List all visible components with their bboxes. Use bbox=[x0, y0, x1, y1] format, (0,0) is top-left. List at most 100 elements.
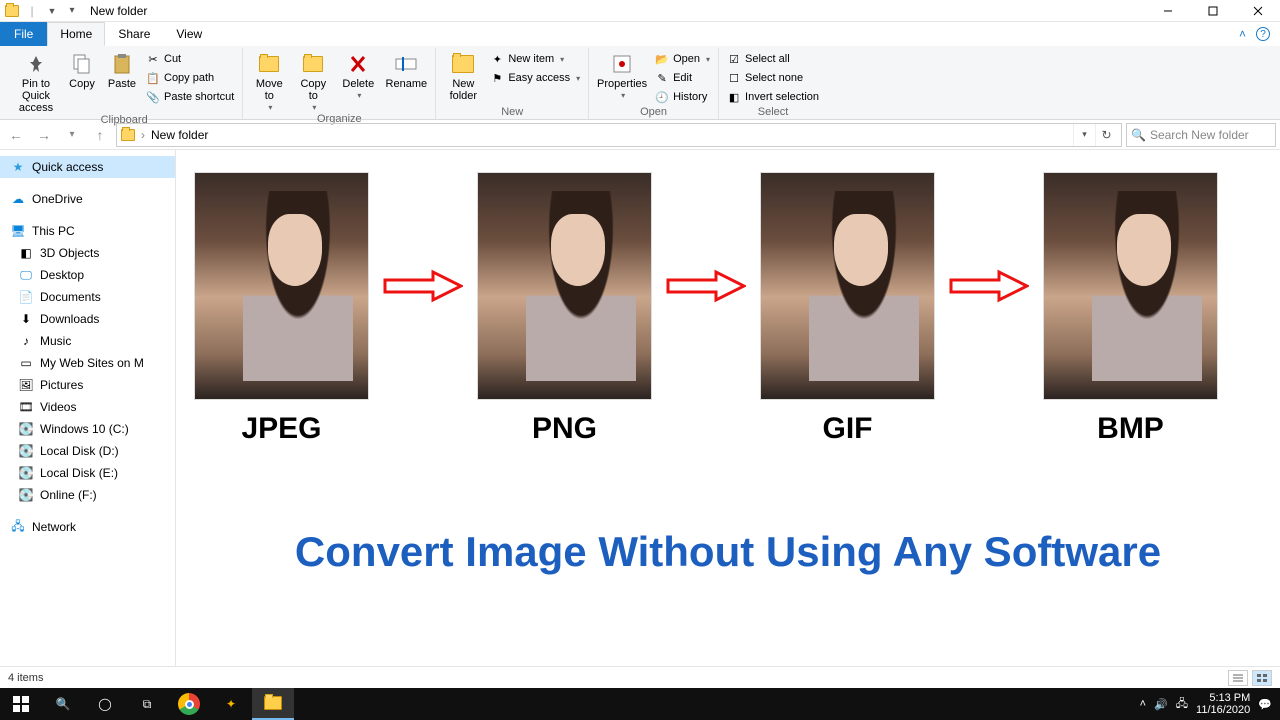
history-icon: 🕘 bbox=[655, 90, 669, 104]
group-open-label: Open bbox=[640, 106, 667, 119]
navigation-pane: ★Quick access ☁OneDrive 🖥This PC ◧3D Obj… bbox=[0, 150, 176, 666]
sidebar-item-drive-c[interactable]: 💽Windows 10 (C:) bbox=[0, 418, 175, 440]
qat-dropdown-icon[interactable]: ▼ bbox=[44, 3, 60, 19]
file-item-gif[interactable]: GIF bbox=[760, 172, 935, 446]
ribbon-collapse-icon[interactable]: ˄ bbox=[1239, 27, 1246, 41]
close-button[interactable] bbox=[1235, 0, 1280, 22]
move-to-button[interactable]: Move to bbox=[249, 50, 289, 113]
taskbar-cortana-button[interactable]: ◯ bbox=[84, 688, 126, 720]
tab-home[interactable]: Home bbox=[47, 22, 105, 46]
nav-back-button[interactable]: ← bbox=[4, 123, 28, 147]
file-item-png[interactable]: PNG bbox=[477, 172, 652, 446]
rename-button[interactable]: Rename bbox=[383, 50, 429, 90]
edit-button[interactable]: ✎Edit bbox=[653, 69, 712, 87]
sidebar-item-videos[interactable]: 🎞Videos bbox=[0, 396, 175, 418]
tray-action-center-icon[interactable]: 💬 bbox=[1258, 698, 1272, 711]
address-dropdown-button[interactable]: ▾ bbox=[1073, 124, 1095, 146]
shortcut-icon: 📎 bbox=[146, 90, 160, 104]
copy-to-button[interactable]: Copy to bbox=[293, 50, 333, 113]
sidebar-quick-access[interactable]: ★Quick access bbox=[0, 156, 175, 178]
copy-path-button[interactable]: 📋Copy path bbox=[144, 69, 236, 87]
tab-share[interactable]: Share bbox=[105, 22, 163, 46]
invert-selection-button[interactable]: ◧Invert selection bbox=[725, 88, 821, 106]
file-item-bmp[interactable]: BMP bbox=[1043, 172, 1218, 446]
history-button[interactable]: 🕘History bbox=[653, 88, 712, 106]
cloud-icon: ☁ bbox=[10, 191, 26, 207]
tab-view[interactable]: View bbox=[163, 22, 215, 46]
tray-overflow-icon[interactable]: ˄ bbox=[1140, 698, 1146, 710]
properties-button[interactable]: Properties bbox=[595, 50, 649, 101]
nav-recent-button[interactable]: ▾ bbox=[60, 123, 84, 147]
properties-icon bbox=[608, 52, 636, 76]
drive-icon: 💽 bbox=[18, 443, 34, 459]
sidebar-item-drive-d[interactable]: 💽Local Disk (D:) bbox=[0, 440, 175, 462]
select-none-button[interactable]: ☐Select none bbox=[725, 69, 821, 87]
taskbar-taskview-button[interactable]: ⧉ bbox=[126, 688, 168, 720]
search-icon: 🔍 bbox=[1131, 128, 1146, 142]
sidebar-item-documents[interactable]: 📄Documents bbox=[0, 286, 175, 308]
sidebar-this-pc[interactable]: 🖥This PC bbox=[0, 220, 175, 242]
delete-button[interactable]: Delete bbox=[337, 50, 379, 101]
format-label-png: PNG bbox=[532, 412, 597, 446]
sidebar-network[interactable]: 🖧Network bbox=[0, 516, 175, 538]
sidebar-item-3d-objects[interactable]: ◧3D Objects bbox=[0, 242, 175, 264]
select-all-button[interactable]: ☑Select all bbox=[725, 50, 821, 68]
minimize-button[interactable] bbox=[1145, 0, 1190, 22]
new-item-icon: ✦ bbox=[490, 52, 504, 66]
delete-icon bbox=[344, 52, 372, 76]
view-thumbnails-button[interactable] bbox=[1252, 670, 1272, 686]
start-button[interactable] bbox=[0, 688, 42, 720]
tray-volume-icon[interactable]: 🔊 bbox=[1154, 698, 1168, 711]
sidebar-onedrive[interactable]: ☁OneDrive bbox=[0, 188, 175, 210]
sidebar-item-drive-f[interactable]: 💽Online (F:) bbox=[0, 484, 175, 506]
qat-divider: | bbox=[24, 3, 40, 19]
new-item-button[interactable]: ✦New item bbox=[488, 50, 582, 68]
maximize-button[interactable] bbox=[1190, 0, 1235, 22]
breadcrumb-folder[interactable]: New folder bbox=[151, 128, 208, 142]
new-folder-button[interactable]: New folder bbox=[442, 50, 484, 102]
pin-quick-access-button[interactable]: Pin to Quick access bbox=[12, 50, 60, 114]
taskbar-search-button[interactable]: 🔍 bbox=[42, 688, 84, 720]
new-folder-icon bbox=[449, 52, 477, 76]
sidebar-item-pictures[interactable]: 🖼Pictures bbox=[0, 374, 175, 396]
group-new-label: New bbox=[501, 106, 523, 119]
taskbar-explorer-button[interactable] bbox=[252, 688, 294, 720]
tray-network-icon[interactable]: 🖧 bbox=[1176, 695, 1188, 714]
move-to-icon bbox=[255, 52, 283, 76]
search-input[interactable]: 🔍 Search New folder bbox=[1126, 123, 1276, 147]
arrow-icon bbox=[662, 172, 750, 400]
tab-file[interactable]: File bbox=[0, 22, 47, 46]
qat-overflow-icon[interactable]: ▾ bbox=[64, 3, 80, 19]
drive-icon: 💽 bbox=[18, 487, 34, 503]
tray-date: 11/16/2020 bbox=[1196, 704, 1250, 716]
sidebar-item-my-web-sites[interactable]: ▭My Web Sites on M bbox=[0, 352, 175, 374]
paste-button[interactable]: Paste bbox=[104, 50, 140, 90]
address-bar[interactable]: › New folder ▾ ↻ bbox=[116, 123, 1122, 147]
tray-clock[interactable]: 5:13 PM 11/16/2020 bbox=[1196, 692, 1250, 716]
copy-icon bbox=[68, 52, 96, 76]
open-menu-button[interactable]: 📂Open bbox=[653, 50, 712, 68]
taskbar-chrome-button[interactable] bbox=[168, 688, 210, 720]
view-details-button[interactable] bbox=[1228, 670, 1248, 686]
paste-shortcut-button[interactable]: 📎Paste shortcut bbox=[144, 88, 236, 106]
file-item-jpeg[interactable]: JPEG bbox=[194, 172, 369, 446]
sidebar-item-music[interactable]: ♪Music bbox=[0, 330, 175, 352]
sidebar-item-desktop[interactable]: 🖵Desktop bbox=[0, 264, 175, 286]
content-pane: JPEG PNG GIF BMP Conve bbox=[176, 150, 1280, 666]
copy-button[interactable]: Copy bbox=[64, 50, 100, 90]
nav-forward-button[interactable]: → bbox=[32, 123, 56, 147]
nav-up-button[interactable]: ↑ bbox=[88, 123, 112, 147]
sidebar-item-drive-e[interactable]: 💽Local Disk (E:) bbox=[0, 462, 175, 484]
group-select-label: Select bbox=[758, 106, 789, 119]
easy-access-button[interactable]: ⚑Easy access bbox=[488, 69, 582, 87]
help-icon[interactable]: ? bbox=[1256, 27, 1270, 41]
refresh-button[interactable]: ↻ bbox=[1095, 124, 1117, 146]
overlay-tagline: Convert Image Without Using Any Software bbox=[176, 528, 1280, 576]
breadcrumb-chevron-icon[interactable]: › bbox=[141, 128, 145, 142]
cut-button[interactable]: ✂Cut bbox=[144, 50, 236, 68]
taskbar-app-button[interactable]: ✦ bbox=[210, 688, 252, 720]
desktop-icon: 🖵 bbox=[18, 267, 34, 283]
paste-icon bbox=[108, 52, 136, 76]
sidebar-item-downloads[interactable]: ⬇Downloads bbox=[0, 308, 175, 330]
star-icon: ★ bbox=[10, 159, 26, 175]
